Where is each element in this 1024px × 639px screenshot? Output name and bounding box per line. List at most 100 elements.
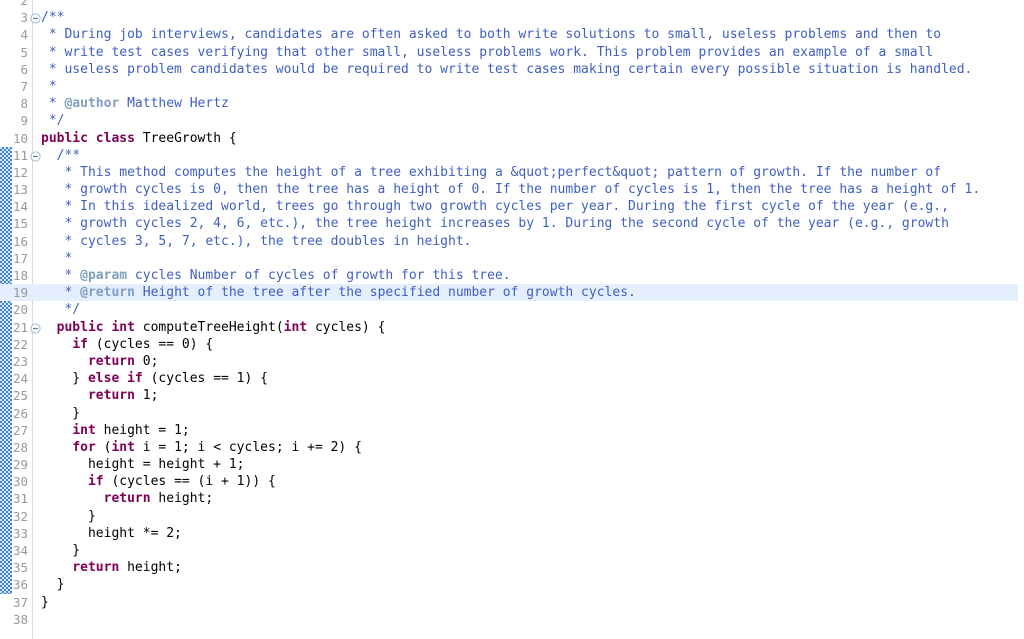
token-cmt: * This method computes the height of a t… — [41, 164, 942, 180]
code-text[interactable]: * During job interviews, candidates are … — [41, 26, 941, 43]
code-text[interactable]: * write test cases verifying that other … — [41, 44, 933, 61]
token-pln — [41, 560, 72, 575]
code-line[interactable]: 6 * useless problem candidates would be … — [0, 61, 1024, 78]
code-text[interactable]: */ — [41, 301, 80, 318]
code-text[interactable]: /** — [41, 147, 81, 164]
code-text[interactable]: } — [41, 576, 65, 593]
code-text[interactable]: * growth cycles 2, 4, 6, etc.), the tree… — [41, 215, 948, 232]
token-pln — [41, 320, 57, 335]
code-line[interactable]: 8 * @author Matthew Hertz — [0, 95, 1024, 112]
code-text[interactable]: * @author Matthew Hertz — [41, 95, 229, 112]
token-ctag: @param — [80, 268, 128, 283]
token-pln: height *= 2; — [41, 525, 182, 541]
code-line[interactable]: 27 int height = 1; — [0, 422, 1024, 439]
token-pln: } — [41, 577, 65, 593]
code-text[interactable]: if (cycles == (i + 1)) { — [41, 473, 276, 490]
line-number: 19 — [12, 285, 28, 301]
code-text[interactable]: */ — [41, 112, 65, 129]
code-text[interactable]: * useless problem candidates would be re… — [41, 61, 973, 78]
code-line[interactable]: 36 } — [0, 576, 1024, 593]
token-pln: cycles) { — [307, 319, 386, 335]
code-line[interactable]: 25 return 1; — [0, 387, 1024, 404]
token-cmt: * useless problem candidates would be re… — [41, 61, 973, 77]
code-text[interactable]: } — [41, 594, 49, 611]
token-kw: if — [87, 474, 104, 490]
code-line[interactable]: 23 return 0; — [0, 353, 1024, 370]
code-line[interactable]: 4 * During job interviews, candidates ar… — [0, 26, 1024, 43]
code-line[interactable]: 7 * — [0, 78, 1024, 95]
code-text[interactable]: public int computeTreeHeight(int cycles)… — [41, 319, 386, 336]
code-line[interactable]: 24 } else if (cycles == 1) { — [0, 370, 1024, 387]
code-text[interactable]: /** — [41, 9, 64, 26]
code-line[interactable]: 15 * growth cycles 2, 4, 6, etc.), the t… — [0, 215, 1024, 232]
code-text[interactable]: int height = 1; — [41, 422, 189, 439]
code-line[interactable]: 33 height *= 2; — [0, 525, 1024, 542]
token-cmt: * cycles 3, 5, 7, etc.), the tree double… — [41, 233, 472, 249]
token-pln — [88, 131, 96, 146]
code-line[interactable]: 38 — [0, 611, 1024, 628]
code-line[interactable]: 2 — [0, 0, 1024, 9]
code-line[interactable]: 5 * write test cases verifying that othe… — [0, 44, 1024, 61]
code-line[interactable]: 30 if (cycles == (i + 1)) { — [0, 473, 1024, 490]
code-line[interactable]: 10 public class TreeGrowth { — [0, 130, 1024, 147]
code-line[interactable]: 22 if (cycles == 0) { — [0, 336, 1024, 353]
fold-collapse-icon[interactable] — [30, 322, 41, 334]
line-number: 32 — [12, 508, 28, 524]
code-line[interactable]: 20 */ — [0, 301, 1024, 318]
fold-collapse-icon[interactable] — [30, 13, 41, 24]
code-text[interactable]: } — [41, 405, 80, 422]
code-text[interactable]: height *= 2; — [41, 525, 182, 542]
code-text[interactable]: * — [41, 78, 57, 95]
code-text[interactable]: * @return Height of the tree after the s… — [41, 284, 635, 301]
code-text[interactable]: } — [41, 508, 96, 525]
code-editor[interactable]: 2 3/** 4 * During job interviews, candidat… — [0, 0, 1024, 639]
code-text[interactable]: } else if (cycles == 1) { — [41, 370, 268, 387]
code-line[interactable]: 13 * growth cycles is 0, then the tree h… — [0, 181, 1024, 198]
code-line[interactable]: 9 */ — [0, 112, 1024, 129]
code-line[interactable]: 12 * This method computes the height of … — [0, 164, 1024, 181]
code-line[interactable]: 19 * @return Height of the tree after th… — [0, 284, 1018, 302]
line-number: 15 — [12, 216, 28, 232]
code-line[interactable]: 14 * In this idealized world, trees go t… — [0, 198, 1024, 215]
code-text[interactable]: return height; — [41, 559, 182, 576]
code-line[interactable]: 31 return height; — [0, 490, 1024, 507]
token-pln: (cycles == (i + 1)) { — [103, 474, 276, 490]
line-number: 26 — [12, 405, 28, 421]
code-line[interactable]: 32 } — [0, 508, 1024, 525]
code-line[interactable]: 3 /** — [0, 9, 1024, 26]
code-line[interactable]: 35 return height; — [0, 559, 1024, 576]
code-line[interactable]: 11 /** — [0, 147, 1024, 164]
code-text[interactable]: * — [41, 250, 72, 267]
code-text[interactable]: * growth cycles is 0, then the tree has … — [41, 181, 980, 198]
code-line[interactable]: 37} — [0, 594, 1024, 611]
line-number: 7 — [20, 78, 28, 94]
code-text[interactable]: } — [41, 542, 80, 559]
code-line[interactable]: 17 * — [0, 250, 1024, 267]
line-number: 38 — [12, 611, 28, 627]
fold-collapse-icon[interactable] — [30, 151, 41, 162]
code-text[interactable]: public class TreeGrowth { — [41, 130, 237, 147]
code-line[interactable]: 26 } — [0, 405, 1024, 422]
code-text[interactable]: * This method computes the height of a t… — [41, 164, 941, 181]
token-pln: 1; — [134, 388, 159, 404]
line-number: 10 — [12, 130, 28, 146]
code-text[interactable]: if (cycles == 0) { — [41, 336, 213, 353]
code-text[interactable]: return height; — [41, 490, 214, 507]
code-text[interactable]: return 0; — [41, 353, 158, 370]
code-text[interactable]: height = height + 1; — [41, 456, 245, 473]
token-pln: } — [41, 594, 49, 610]
code-text[interactable]: for (int i = 1; i < cycles; i += 2) { — [41, 439, 362, 456]
line-number: 37 — [12, 594, 28, 610]
code-text[interactable]: * cycles 3, 5, 7, etc.), the tree double… — [41, 233, 471, 250]
code-line[interactable]: 29 height = height + 1; — [0, 456, 1024, 473]
code-line[interactable]: 28 for (int i = 1; i < cycles; i += 2) { — [0, 439, 1024, 456]
code-text[interactable]: * In this idealized world, trees go thro… — [41, 198, 948, 215]
code-text[interactable]: * @param cycles Number of cycles of grow… — [41, 267, 510, 284]
line-number: 2 — [20, 0, 28, 8]
code-line[interactable]: 18 * @param cycles Number of cycles of g… — [0, 267, 1024, 284]
code-text[interactable]: return 1; — [41, 387, 158, 404]
code-line[interactable]: 21 public int computeTreeHeight(int cycl… — [0, 319, 1024, 336]
token-pln: } — [41, 405, 81, 421]
code-line[interactable]: 34 } — [0, 542, 1024, 559]
code-line[interactable]: 16 * cycles 3, 5, 7, etc.), the tree dou… — [0, 233, 1024, 250]
